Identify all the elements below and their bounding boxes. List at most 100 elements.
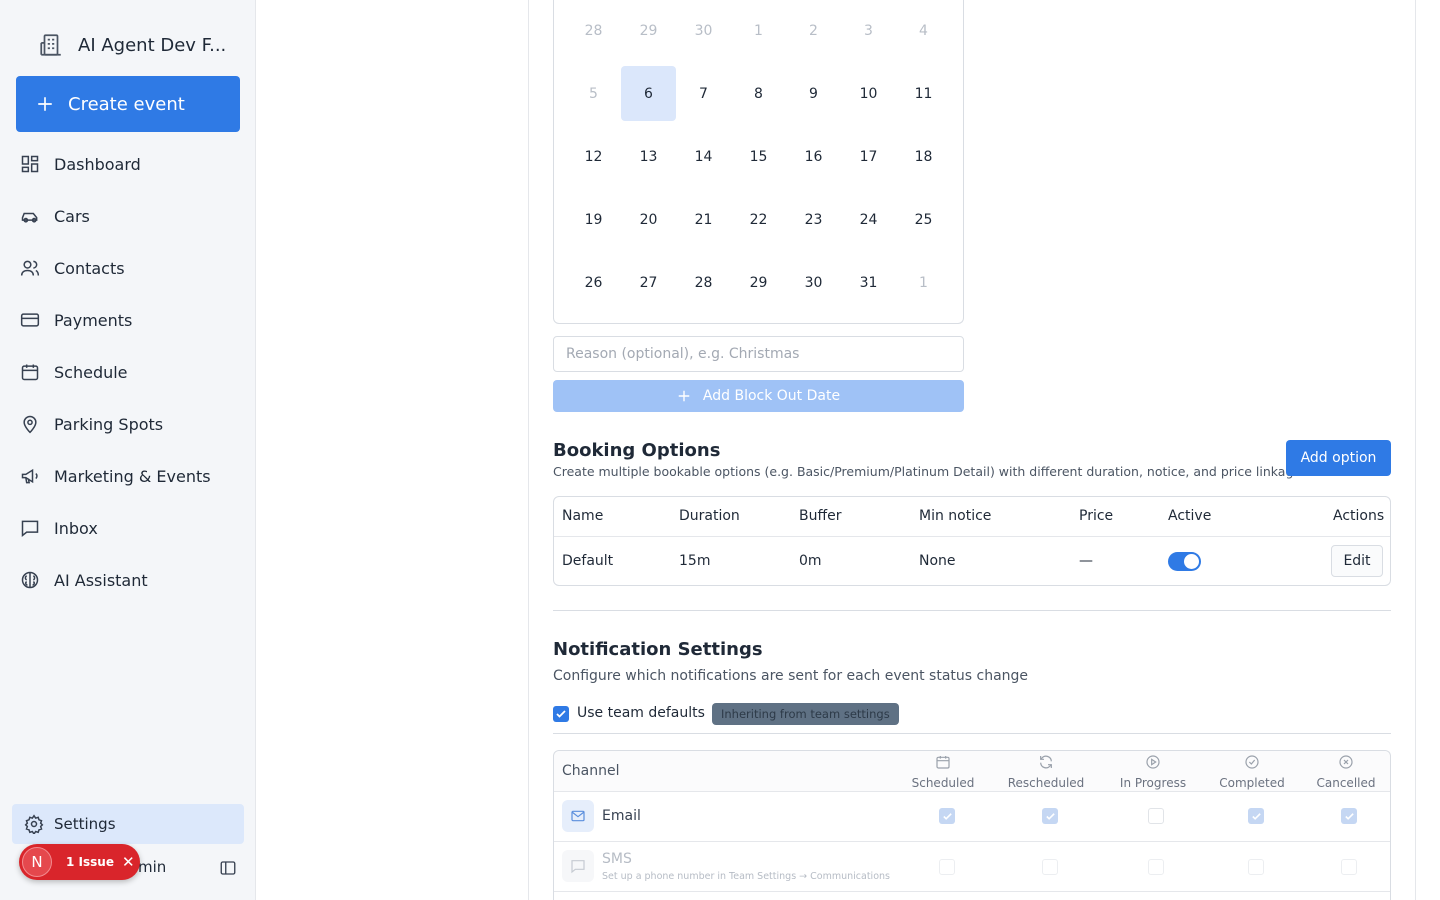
nav-item-payments[interactable]: Payments: [0, 294, 256, 346]
option-min-notice: None: [919, 553, 956, 569]
option-duration: 15m: [679, 553, 711, 569]
calendar-day[interactable]: 3: [841, 3, 896, 58]
option-name: Default: [562, 553, 614, 569]
column-header: Price: [1079, 508, 1114, 524]
calendar-day[interactable]: 29: [621, 3, 676, 58]
sidebar-collapse-icon[interactable]: [219, 859, 237, 877]
nav-label: Inbox: [54, 518, 98, 538]
nav-label: Parking Spots: [54, 414, 164, 434]
calendar-day[interactable]: 2: [786, 3, 841, 58]
calendar-day[interactable]: 30: [786, 255, 841, 310]
use-team-defaults-checkbox[interactable]: [553, 706, 569, 722]
check-icon: [1045, 812, 1055, 820]
users-icon: [20, 260, 40, 276]
calendar-day[interactable]: 8: [731, 66, 786, 121]
calendar-day[interactable]: 7: [676, 66, 731, 121]
gear-icon: [24, 814, 44, 834]
nav-label: Payments: [54, 310, 133, 330]
booking-options-subtitle: Create multiple bookable options (e.g. B…: [553, 464, 1306, 479]
calendar-day[interactable]: 26: [566, 255, 621, 310]
nav-item-contacts[interactable]: Contacts: [0, 242, 256, 294]
calendar-day[interactable]: 5: [566, 66, 621, 121]
calendar-day[interactable]: 22: [731, 192, 786, 247]
calendar-day[interactable]: 28: [676, 255, 731, 310]
calendar-day[interactable]: 21: [676, 192, 731, 247]
status-label: Cancelled: [1316, 776, 1376, 790]
nav-label: Dashboard: [54, 154, 141, 174]
calendar-day[interactable]: 31: [841, 255, 896, 310]
calendar-day[interactable]: 24: [841, 192, 896, 247]
add-block-out-date-button[interactable]: Add Block Out Date: [553, 380, 964, 412]
calendar-day[interactable]: 1: [731, 3, 786, 58]
channel-name-sms: SMS: [602, 851, 632, 867]
calendar-day[interactable]: 14: [676, 129, 731, 184]
settings-label: Settings: [54, 815, 116, 833]
status-label: Scheduled: [911, 776, 975, 790]
column-header: Min notice: [919, 508, 992, 524]
column-header: Active: [1168, 508, 1212, 524]
calendar-day-selected[interactable]: 6: [621, 66, 676, 121]
nav-item-parking-spots[interactable]: Parking Spots: [0, 398, 256, 450]
close-icon[interactable]: ✕: [122, 853, 135, 871]
row-divider: [554, 536, 1390, 537]
calendar-day[interactable]: 20: [621, 192, 676, 247]
chat-icon: [571, 860, 585, 874]
channel-header: Channel: [562, 763, 620, 779]
status-label: In Progress: [1119, 776, 1187, 790]
calendar-day[interactable]: 18: [896, 129, 951, 184]
org-switcher[interactable]: AI Agent Dev F...: [38, 30, 226, 60]
calendar-day[interactable]: 11: [896, 66, 951, 121]
nav-item-ai-assistant[interactable]: AI Assistant: [0, 554, 256, 606]
x-circle-icon: [1339, 755, 1353, 769]
calendar-day[interactable]: 28: [566, 3, 621, 58]
column-header: Actions: [1333, 508, 1385, 524]
add-option-button[interactable]: Add option: [1286, 440, 1391, 476]
calendar-day[interactable]: 25: [896, 192, 951, 247]
sms-cancelled-checkbox[interactable]: [1341, 859, 1357, 875]
reason-input[interactable]: [553, 336, 964, 372]
issues-badge[interactable]: N 1 Issue ✕: [19, 844, 140, 880]
email-scheduled-checkbox[interactable]: [939, 808, 955, 824]
sms-scheduled-checkbox[interactable]: [939, 859, 955, 875]
nav-item-schedule[interactable]: Schedule: [0, 346, 256, 398]
calendar-day[interactable]: 16: [786, 129, 841, 184]
sms-in-progress-checkbox[interactable]: [1148, 859, 1164, 875]
calendar-day[interactable]: 1: [896, 255, 951, 310]
calendar-day[interactable]: 29: [731, 255, 786, 310]
active-toggle[interactable]: [1168, 552, 1201, 571]
nav-item-cars[interactable]: Cars: [0, 190, 256, 242]
sms-rescheduled-checkbox[interactable]: [1042, 859, 1058, 875]
email-rescheduled-checkbox[interactable]: [1042, 808, 1058, 824]
calendar-icon: [21, 364, 39, 381]
nav-label: Contacts: [54, 258, 125, 278]
sms-completed-checkbox[interactable]: [1248, 859, 1264, 875]
calendar-day[interactable]: 27: [621, 255, 676, 310]
email-completed-checkbox[interactable]: [1248, 808, 1264, 824]
create-event-button[interactable]: Create event: [16, 76, 240, 132]
calendar-day[interactable]: 13: [621, 129, 676, 184]
edit-option-button[interactable]: Edit: [1331, 545, 1383, 577]
email-cancelled-checkbox[interactable]: [1341, 808, 1357, 824]
calendar-day[interactable]: 10: [841, 66, 896, 121]
calendar-day[interactable]: 12: [566, 129, 621, 184]
nav-item-marketing[interactable]: Marketing & Events: [0, 450, 256, 502]
nav-item-dashboard[interactable]: Dashboard: [0, 138, 256, 190]
calendar-day[interactable]: 9: [786, 66, 841, 121]
nav-label: AI Assistant: [54, 570, 148, 590]
calendar-day[interactable]: 17: [841, 129, 896, 184]
calendar-day[interactable]: 19: [566, 192, 621, 247]
email-in-progress-checkbox[interactable]: [1148, 808, 1164, 824]
megaphone-icon: [21, 468, 38, 484]
date-picker: 28 29 30 1 2 3 4 5 6 7 8 9 10 11 12 13 14 15 16 17 18 19 20 21 2…: [553, 0, 964, 324]
section-divider: [553, 733, 1391, 734]
nav-item-inbox[interactable]: Inbox: [0, 502, 256, 554]
calendar-day[interactable]: 15: [731, 129, 786, 184]
notification-settings-title: Notification Settings: [553, 639, 763, 660]
row-divider: [554, 841, 1390, 842]
calendar-day[interactable]: 30: [676, 3, 731, 58]
nav-item-settings[interactable]: Settings: [12, 804, 244, 844]
calendar-day[interactable]: 23: [786, 192, 841, 247]
option-buffer: 0m: [799, 553, 822, 569]
calendar-day[interactable]: 4: [896, 3, 951, 58]
inherit-badge: Inheriting from team settings: [712, 703, 899, 725]
